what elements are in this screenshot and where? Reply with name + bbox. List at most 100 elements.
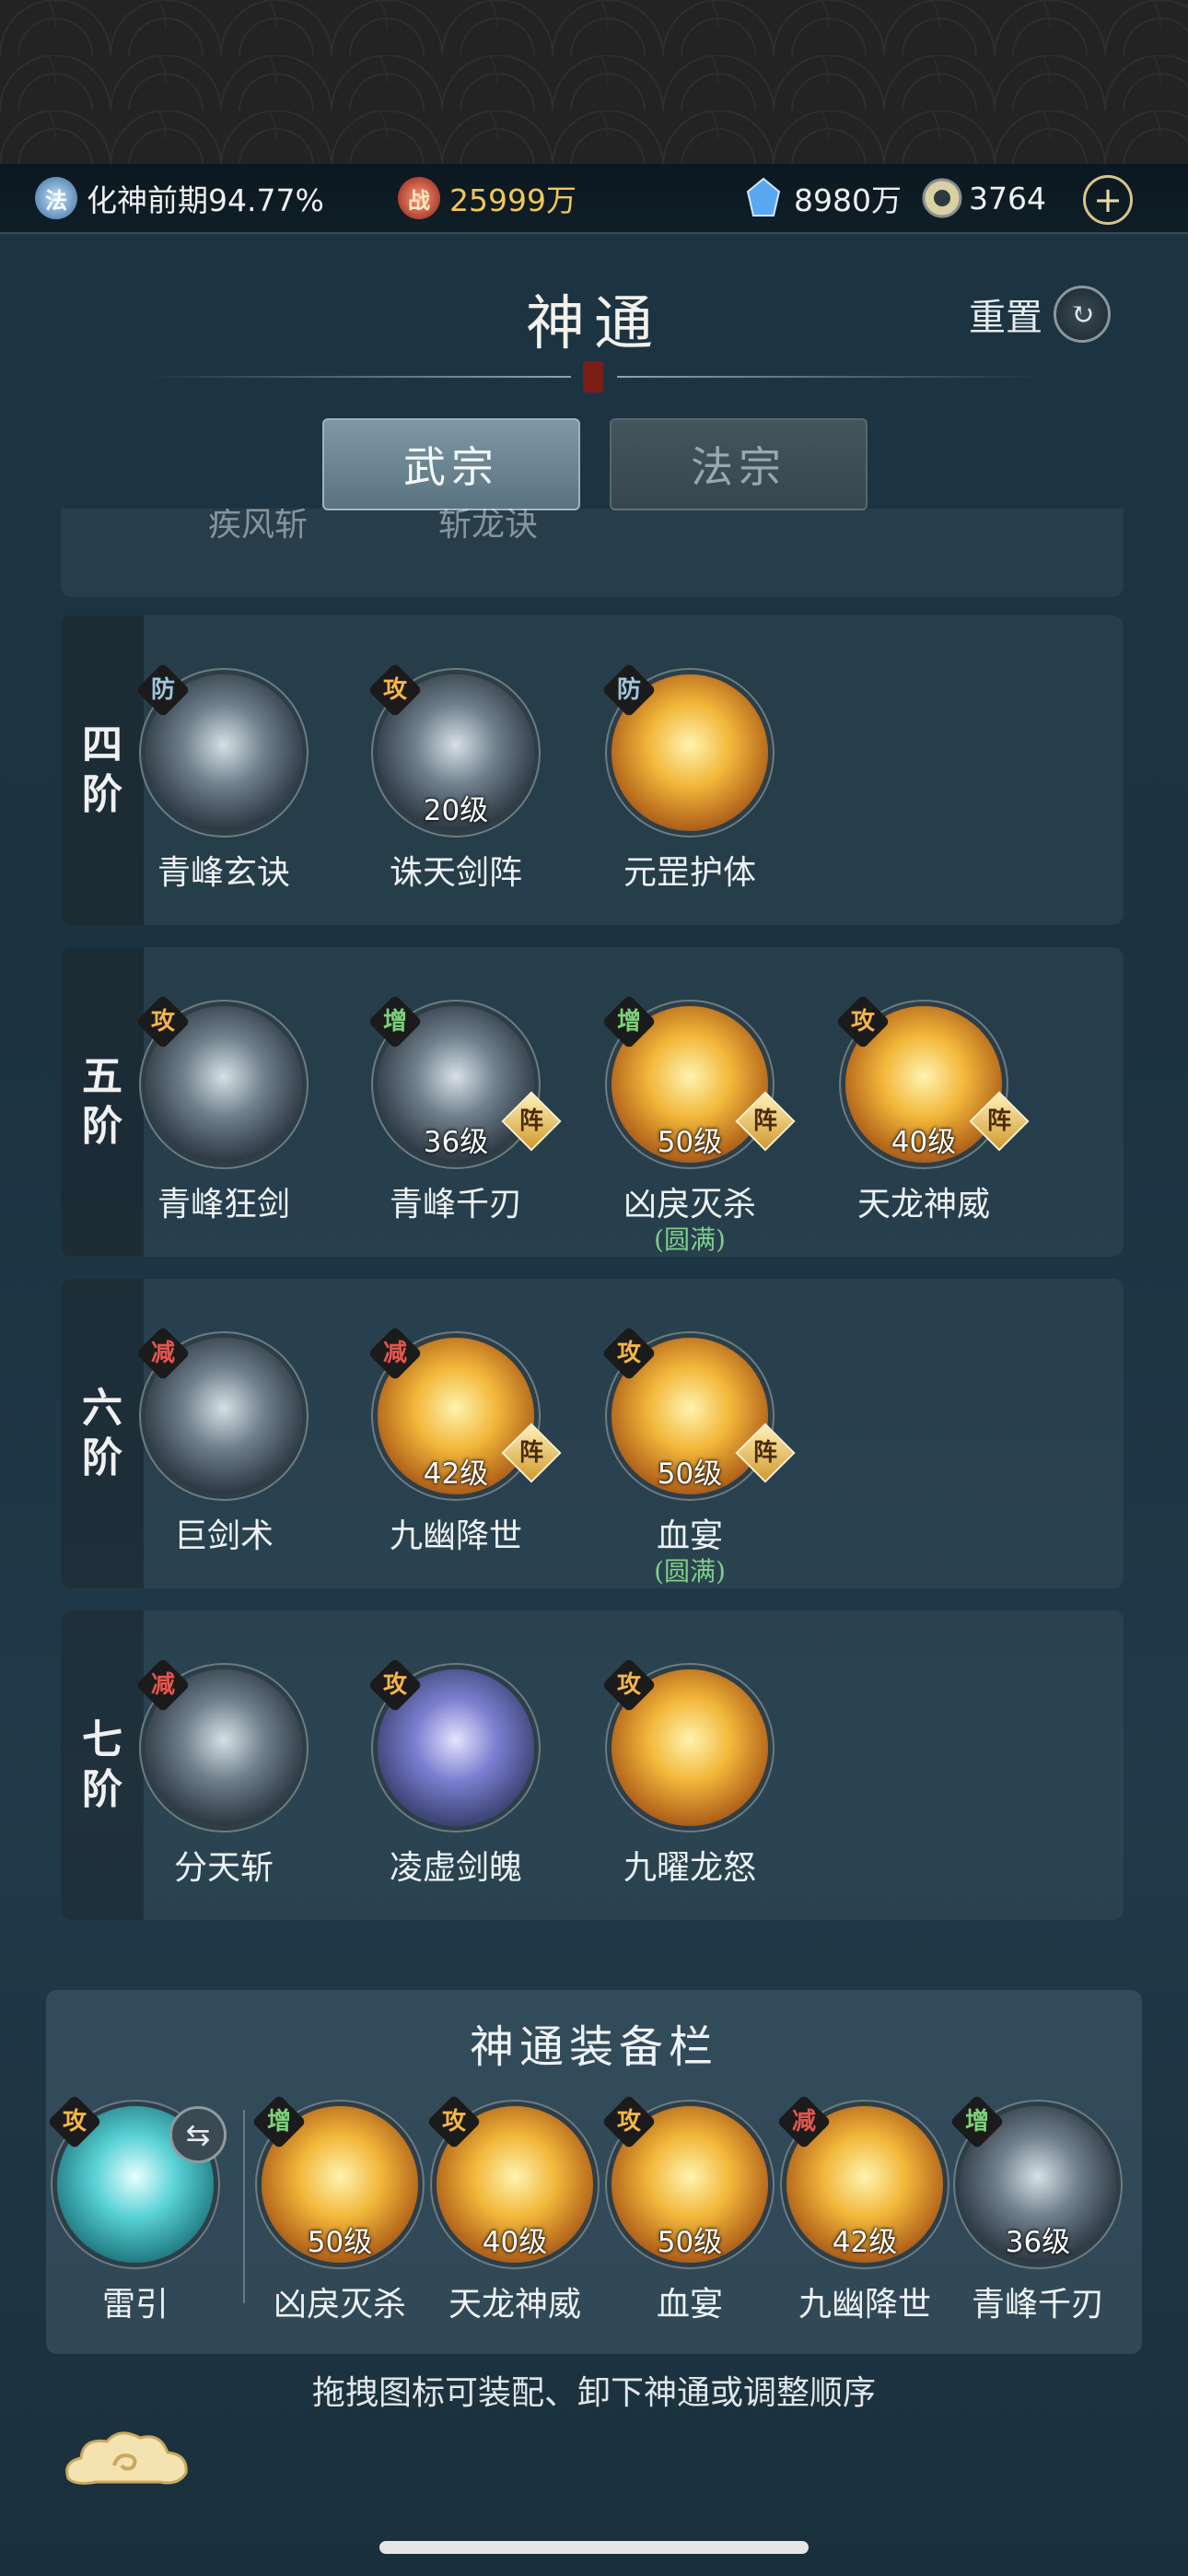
top-pattern-band <box>0 0 1188 164</box>
title-divider-right <box>617 376 1041 378</box>
skill-name: 血宴 <box>656 2286 723 2324</box>
skill-type-label: 攻 <box>441 2108 466 2136</box>
skill-type-label: 攻 <box>616 1671 641 1699</box>
skill-tier: 六阶减巨剑术 42级减阵九幽降世 50级攻阵血宴 (圆满) <box>61 1279 1124 1588</box>
skill-type-badge: 攻 <box>835 994 891 1049</box>
formation-label: 阵 <box>986 1107 1011 1135</box>
title-divider-left <box>147 376 571 378</box>
skill-type-label: 攻 <box>62 2108 87 2136</box>
skill-type-badge: 攻 <box>367 1657 423 1713</box>
skill-level: 40级 <box>482 2226 548 2259</box>
skill-name: 血宴 <box>656 1517 723 1555</box>
skill-name: 诛天剑阵 <box>389 854 522 892</box>
realm-badge-icon: 法 <box>35 177 77 219</box>
skill-name: 元罡护体 <box>623 854 756 892</box>
skill-type-badge: 增 <box>949 2094 1005 2149</box>
skill-type-label: 减 <box>382 1340 407 1367</box>
add-resource-button[interactable]: + <box>1083 175 1133 225</box>
jade-coins-value: 3764 <box>969 180 1046 217</box>
skill-level: 36级 <box>1005 2226 1071 2259</box>
skill-type-label: 减 <box>150 1340 175 1367</box>
skill-type-badge: 增 <box>601 994 657 1049</box>
skill-name: 青峰玄诀 <box>157 854 290 892</box>
skill-tier: 七阶 减分天斩 攻凌虚剑魄 攻九曜龙怒 <box>61 1610 1124 1920</box>
formation-label: 阵 <box>752 1439 777 1467</box>
skill-name: 巨剑术 <box>173 1517 274 1555</box>
skill-type-label: 攻 <box>850 1008 875 1036</box>
skill-name-peek: 斩龙诀 <box>438 509 539 544</box>
skill-type-label: 防 <box>150 676 175 704</box>
realm-progress: 法 化神前期94.77% <box>35 177 324 219</box>
skill-type-badge: 增 <box>367 994 423 1049</box>
auspicious-cloud-icon[interactable] <box>59 2425 193 2499</box>
equip-divider <box>243 2110 245 2303</box>
skill-type-label: 攻 <box>150 1008 175 1036</box>
spirit-stones: 8980万 <box>742 177 902 219</box>
skill-type-label: 防 <box>616 676 641 704</box>
skill-name: 天龙神威 <box>856 1186 990 1224</box>
battle-power-value: 25999万 <box>449 182 577 218</box>
skill-type-label: 增 <box>382 1008 407 1036</box>
tier-label-char: 阶 <box>82 1766 122 1813</box>
formation-label: 阵 <box>518 1439 543 1467</box>
formation-label: 阵 <box>752 1107 777 1135</box>
skill-name: 凌虚剑魄 <box>389 1849 522 1887</box>
skill-type-badge: 攻 <box>367 662 423 718</box>
skill-status: (圆满) <box>654 1556 726 1587</box>
skill-type-badge: 增 <box>251 2094 307 2149</box>
skill-tier: 五阶攻青峰狂剑 36级增阵青峰千刃 50级增阵凶戾灭杀 (圆满) 40级攻阵天龙神威 <box>61 947 1124 1257</box>
equip-bar: 神通装备栏 攻 ⇆ 雷引 50级 增凶戾灭杀 40级 攻天龙神威 50级 攻血宴 42级 减九幽降世… <box>46 1990 1142 2354</box>
skill-type-badge: 攻 <box>601 2094 657 2149</box>
swap-icon[interactable]: ⇆ <box>169 2106 227 2163</box>
skill-tier: 四阶 防青峰玄诀 20级 攻诛天剑阵 防元罡护体 <box>61 615 1124 925</box>
skill-name: 九幽降世 <box>389 1517 522 1555</box>
home-indicator[interactable] <box>379 2541 809 2554</box>
tier-label-char: 四 <box>82 721 122 768</box>
tier-label-char: 阶 <box>82 771 122 818</box>
skill-type-label: 攻 <box>616 1340 641 1367</box>
skill-name-peek: 疾风斩 <box>208 509 309 544</box>
skill-level: 42级 <box>832 2226 898 2259</box>
reset-button[interactable]: 重置 ↻ <box>969 286 1111 343</box>
skill-type-badge: 攻 <box>601 1657 657 1713</box>
battle-power: 战 25999万 <box>398 177 577 219</box>
skill-name: 天龙神威 <box>448 2286 581 2324</box>
skill-type-label: 增 <box>964 2108 989 2136</box>
skill-type-label: 减 <box>791 2108 816 2136</box>
skill-type-badge: 防 <box>135 662 191 718</box>
skill-type-badge: 攻 <box>47 2094 102 2149</box>
tier-label-char: 六 <box>82 1385 122 1432</box>
tab-fazong[interactable]: 法宗 <box>610 418 868 510</box>
tier-label-char: 七 <box>82 1716 122 1763</box>
skill-type-badge: 攻 <box>601 1326 657 1381</box>
skill-name: 青峰千刃 <box>389 1186 522 1224</box>
drag-hint: 拖拽图标可装配、卸下神通或调整顺序 <box>311 2374 876 2412</box>
skill-status: (圆满) <box>654 1224 726 1255</box>
spirit-stones-value: 8980万 <box>794 182 902 218</box>
skill-name: 青峰千刃 <box>971 2286 1104 2324</box>
skill-level: 20级 <box>423 794 489 827</box>
skill-type-label: 攻 <box>382 1671 407 1699</box>
skill-type-badge: 减 <box>135 1657 191 1713</box>
skill-name: 九幽降世 <box>798 2286 931 2324</box>
skill-type-label: 增 <box>616 1008 641 1036</box>
skill-type-label: 增 <box>266 2108 291 2136</box>
tier-label-char: 五 <box>82 1053 122 1100</box>
wave-pattern-icon <box>0 0 1188 164</box>
skill-type-label: 攻 <box>382 676 407 704</box>
battle-power-icon: 战 <box>398 177 440 219</box>
equip-bar-title: 神通装备栏 <box>469 2021 718 2073</box>
spirit-stone-icon <box>746 177 781 217</box>
skill-name: 凶戾灭杀 <box>623 1186 756 1224</box>
skill-level: 50级 <box>657 2226 723 2259</box>
skill-type-badge: 减 <box>776 2094 832 2149</box>
resource-bar: 法 化神前期94.77% 战 25999万 8980万 3764 <box>0 164 1188 234</box>
skill-level: 50级 <box>307 2226 373 2259</box>
skill-name: 雷引 <box>101 2286 169 2324</box>
skill-name: 凶戾灭杀 <box>273 2286 406 2324</box>
skill-type-badge: 减 <box>367 1326 423 1381</box>
jade-coins: 3764 <box>921 177 1046 219</box>
tab-wuzong[interactable]: 武宗 <box>322 418 580 510</box>
skill-type-badge: 攻 <box>426 2094 482 2149</box>
skill-type-badge: 防 <box>601 662 657 718</box>
